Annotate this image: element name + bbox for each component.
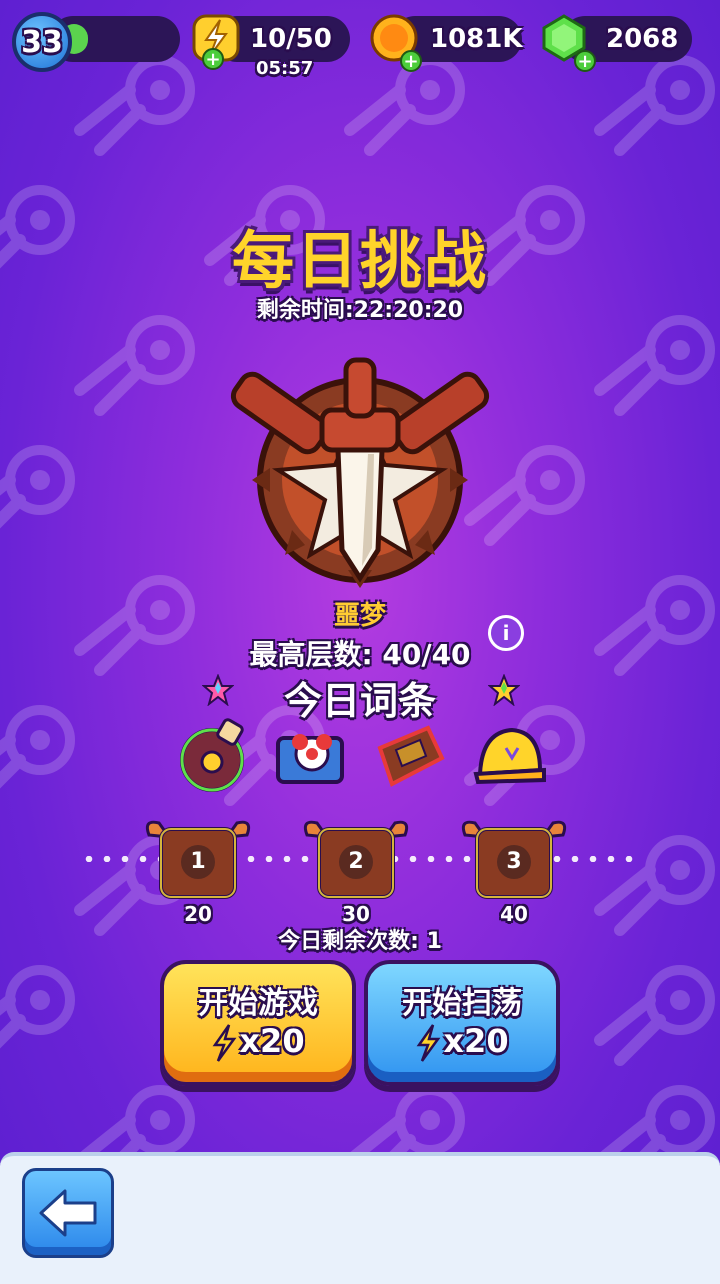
chest-number: 2 [339, 845, 373, 879]
add-coins-button[interactable]: + [400, 50, 422, 72]
sweep-button[interactable]: 开始扫荡 x20 [364, 960, 560, 1086]
page-title: 每日挑战 [231, 224, 488, 297]
top-resource-bar: + 10/50 05:57 + 1081K + 2068 [0, 12, 720, 79]
add-gems-button[interactable]: + [574, 50, 596, 72]
add-energy-button[interactable]: + [202, 48, 224, 70]
rainbow-star-icon [488, 674, 520, 706]
time-remaining: 剩余时间:22:20:20 [256, 298, 464, 323]
sweep-label: 开始扫荡 [402, 986, 522, 1021]
start-game-label: 开始游戏 [198, 986, 318, 1021]
energy-count: 10/50 [250, 24, 332, 54]
energy-refill-timer: 05:57 [256, 58, 314, 79]
coin-count: 1081K [430, 24, 523, 54]
nightmare-emblem-icon [230, 357, 490, 588]
start-game-cost: x20 [164, 1022, 352, 1063]
start-game-button[interactable]: 开始游戏 x20 [160, 960, 356, 1086]
back-button[interactable] [22, 1168, 114, 1258]
sweep-cost-value: x20 [443, 1022, 509, 1060]
start-game-cost-value: x20 [239, 1022, 305, 1060]
modifiers-title: 今日词条 [283, 679, 436, 723]
reward-chest-1[interactable]: 1 [143, 815, 253, 905]
gift-box-modifier-icon[interactable] [272, 718, 348, 794]
remaining-attempts: 今日剩余次数: 1 [278, 929, 442, 954]
potion-modifier-icon[interactable] [174, 718, 250, 794]
helmet-modifier-icon[interactable] [472, 718, 548, 794]
back-arrow-icon [39, 1189, 97, 1237]
wooden-board-modifier-icon[interactable] [372, 718, 448, 794]
sweep-cost: x20 [368, 1022, 556, 1063]
reward-chest-2[interactable]: 2 [301, 815, 411, 905]
reward-chest-3[interactable]: 3 [459, 815, 569, 905]
player-level-badge[interactable]: 33 [12, 12, 72, 72]
energy-bolt-icon [417, 1024, 441, 1062]
energy-bolt-icon [213, 1024, 237, 1062]
chest-number: 1 [181, 845, 215, 879]
gem-count: 2068 [606, 24, 679, 54]
best-floors: 最高层数: 40/40 [249, 638, 471, 671]
difficulty-label: 噩梦 [333, 601, 386, 631]
chest-number: 3 [497, 845, 531, 879]
info-button[interactable]: i [488, 615, 524, 651]
